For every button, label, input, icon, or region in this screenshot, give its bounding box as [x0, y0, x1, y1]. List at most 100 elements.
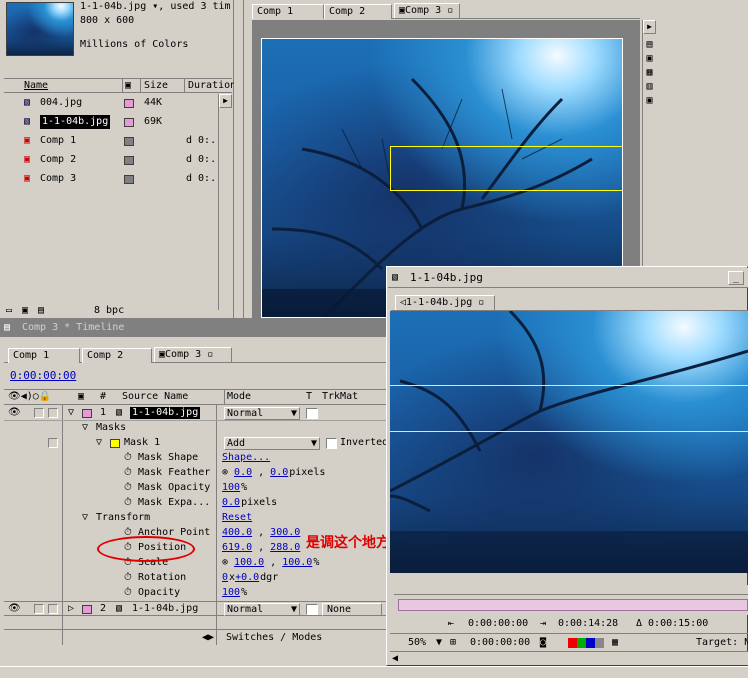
stopwatch-icon[interactable]: ⏱	[124, 586, 132, 600]
close-tab-icon[interactable]: ▫	[447, 5, 453, 16]
layer-2-mode-select[interactable]: Normal ▼	[224, 603, 300, 616]
layer-window-tab[interactable]: ◁1-1-04b.jpg ▫	[395, 295, 495, 310]
transform-group-value[interactable]: Reset	[222, 511, 252, 525]
folder-icon[interactable]: ▭	[6, 304, 12, 318]
close-tab-icon[interactable]: ▫	[207, 349, 213, 360]
trash-icon[interactable]: ▤	[38, 304, 44, 318]
comp-menu-icon[interactable]: ▶	[643, 20, 656, 34]
lock-switch[interactable]	[48, 408, 58, 418]
mask-shape-value[interactable]: Shape...	[222, 451, 270, 465]
col-duration-header[interactable]: Duration	[184, 79, 236, 93]
link-icon[interactable]: ⊚	[222, 557, 234, 568]
project-item-label-color[interactable]	[124, 118, 134, 127]
out-time[interactable]: 0:00:14:28	[558, 617, 618, 631]
close-tab-icon[interactable]: ▫	[478, 297, 484, 308]
property-row-mask-expansion[interactable]: ⏱ Mask Expa... 0.0pixels	[4, 496, 386, 511]
position-value[interactable]: 619.0 , 288.0	[222, 541, 300, 555]
audio-switch[interactable]	[34, 408, 44, 418]
mask-feather-value[interactable]: ⊚ 0.0 , 0.0pixels	[222, 466, 325, 480]
project-item[interactable]: ▣ Comp 3 d 0:..	[4, 170, 222, 188]
expand-mask-1-icon[interactable]: ▽	[96, 436, 102, 450]
project-item[interactable]: ▧ 1-1-04b.jpg 69K	[4, 113, 218, 131]
project-item[interactable]: ▣ Comp 2 d 0:..	[4, 151, 222, 169]
col-mode[interactable]: Mode	[224, 390, 251, 404]
rotation-value[interactable]: 0x+0.0dgr	[222, 571, 278, 585]
property-row-mask-opacity[interactable]: ⏱ Mask Opacity 100%	[4, 481, 386, 496]
layer-row-1[interactable]: 👁 ▽ 1 ▧ 1-1-04b.jpg Normal ▼	[4, 406, 386, 421]
comp-option-icons[interactable]: ▤ ▣ ▦ ▥ ▣	[643, 38, 656, 108]
project-bpc[interactable]: 8 bpc	[94, 304, 124, 318]
layer-2-label-color[interactable]	[82, 605, 92, 614]
layer-2-trkmat-select[interactable]: None	[322, 603, 382, 616]
col-trkmat[interactable]: TrkMat	[322, 390, 358, 404]
link-icon[interactable]: ⊚	[222, 467, 234, 478]
col-t[interactable]: T	[306, 390, 312, 404]
project-item-label-color[interactable]	[124, 99, 134, 108]
new-comp-icon[interactable]: ▣	[22, 304, 28, 318]
in-time[interactable]: 0:00:00:00	[468, 617, 528, 631]
project-item[interactable]: ▣ Comp 1 d 0:..	[4, 132, 222, 150]
label-col-icon[interactable]: ▣	[122, 79, 131, 93]
layer-2-trkmat-box[interactable]	[306, 604, 318, 615]
property-row-rotation[interactable]: ⏱ Rotation 0x+0.0dgr	[4, 571, 386, 586]
mask-1-color[interactable]	[110, 439, 120, 448]
stopwatch-icon[interactable]: ⏱	[124, 451, 132, 465]
col-source-name[interactable]: Source Name	[122, 390, 188, 404]
stopwatch-icon[interactable]: ⏱	[124, 496, 132, 510]
dropdown-arrow-icon[interactable]: ▾	[152, 1, 158, 12]
eye-icon[interactable]: 👁	[8, 602, 21, 616]
work-area-bar[interactable]	[398, 599, 748, 611]
label-col-icon[interactable]: ▣	[78, 390, 84, 404]
zoom-select[interactable]: 50%	[408, 636, 426, 650]
property-row-transform-group[interactable]: ▽ Transform Reset	[4, 511, 386, 526]
scroll-left-icon[interactable]: ◀	[392, 652, 398, 666]
in-point-icon[interactable]: ⇤	[448, 617, 454, 631]
property-row-opacity[interactable]: ⏱ Opacity 100%	[4, 586, 386, 601]
timeline-current-time[interactable]: 0:00:00:00	[10, 369, 76, 383]
channel-swatches[interactable]	[568, 638, 604, 648]
snapshot-icon[interactable]: ◙	[540, 636, 546, 650]
switches-modes-arrow-icon[interactable]: ◀▶	[202, 631, 214, 645]
property-row-masks-group[interactable]: ▽ Masks	[4, 421, 386, 436]
col-size-header[interactable]: Size	[140, 79, 168, 93]
mask-outline[interactable]	[390, 146, 622, 191]
col-hash[interactable]: #	[100, 390, 106, 404]
stopwatch-icon[interactable]: ⏱	[124, 466, 132, 480]
property-row-scale[interactable]: ⏱ Scale ⊚ 100.0 , 100.0%	[4, 556, 386, 571]
mask-mode-select[interactable]: Add ▼	[224, 437, 320, 450]
property-row-mask-1[interactable]: ▽ Mask 1 Add ▼ Inverted	[4, 436, 388, 451]
mask-switch[interactable]	[48, 438, 58, 448]
expand-layer-2-icon[interactable]: ▷	[68, 602, 74, 616]
layer-1-mode-select[interactable]: Normal ▼	[224, 407, 300, 420]
out-point-icon[interactable]: ⇥	[540, 617, 546, 631]
property-row-mask-shape[interactable]: ⏱ Mask Shape Shape...	[4, 451, 386, 466]
anchor-point-value[interactable]: 400.0 , 300.0	[222, 526, 300, 540]
lock-switch[interactable]	[48, 604, 58, 614]
layer-1-label-color[interactable]	[82, 409, 92, 418]
stopwatch-icon[interactable]: ⏱	[124, 571, 132, 585]
timeline-tab-2[interactable]: Comp 2	[82, 348, 152, 363]
col-name-header[interactable]: Name	[24, 79, 48, 93]
stopwatch-icon[interactable]: ⏱	[124, 481, 132, 495]
comp-tab-1[interactable]: Comp 1	[252, 4, 324, 19]
expand-layer-1-icon[interactable]: ▽	[68, 406, 74, 420]
project-item-label-color[interactable]	[124, 175, 134, 184]
timeline-tab-1[interactable]: Comp 1	[8, 348, 80, 363]
minimize-button[interactable]: _	[728, 271, 744, 285]
layer-row-2[interactable]: 👁 ▷ 2 ▧ 1-1-04b.jpg Normal ▼ None	[4, 601, 386, 616]
expand-masks-group-icon[interactable]: ▽	[82, 421, 88, 435]
inverted-checkbox[interactable]	[326, 438, 337, 449]
project-item-label-color[interactable]	[124, 137, 134, 146]
timeline-tab-3[interactable]: ▣Comp 3 ▫	[154, 347, 232, 362]
eye-icon[interactable]: 👁	[8, 406, 21, 420]
scale-value[interactable]: ⊚ 100.0 , 100.0%	[222, 556, 319, 570]
audio-switch[interactable]	[34, 604, 44, 614]
project-scrollbar[interactable]: ▶	[218, 94, 232, 310]
layer-2-name[interactable]: 1-1-04b.jpg	[132, 602, 198, 616]
project-item[interactable]: ▧ 004.jpg 44K	[4, 94, 218, 112]
project-item-label-color[interactable]	[124, 156, 134, 165]
chevron-down-icon[interactable]: ▼	[436, 636, 442, 650]
grid-icon[interactable]: ▦	[612, 636, 618, 650]
mask-opacity-value[interactable]: 100%	[222, 481, 247, 495]
layer-1-trkmat-box[interactable]	[306, 408, 318, 419]
